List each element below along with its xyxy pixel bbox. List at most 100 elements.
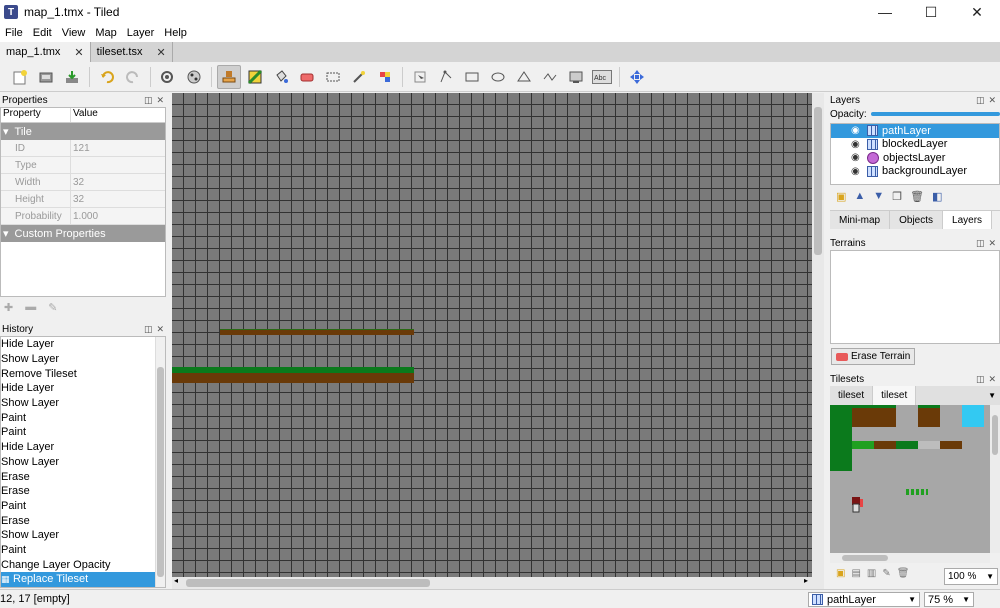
delete-tileset-icon[interactable]: 🗑	[897, 568, 910, 579]
erase-terrain-button[interactable]: Erase Terrain	[831, 348, 916, 365]
tileset-horizontal-scrollbar[interactable]	[830, 553, 990, 563]
property-row[interactable]: ID 121	[1, 139, 165, 157]
scroll-left-icon[interactable]: ◂	[174, 576, 178, 585]
bucket-fill-icon[interactable]	[269, 65, 293, 89]
history-item[interactable]: Erase	[1, 469, 165, 484]
tile-dirt-strip[interactable]	[874, 441, 896, 449]
history-item[interactable]: Paint	[1, 499, 165, 514]
float-icon[interactable]: ◫	[144, 95, 153, 106]
dock-close-icon[interactable]: ✕	[988, 95, 996, 106]
layer-item-objects[interactable]: ◉ objectsLayer	[831, 151, 999, 165]
tab-close-icon[interactable]: ✕	[74, 46, 83, 59]
rectangle-select-icon[interactable]	[321, 65, 345, 89]
history-item[interactable]: Hide Layer	[1, 337, 165, 352]
insert-text-icon[interactable]: Abc	[590, 65, 614, 89]
map-grid[interactable]	[172, 93, 812, 577]
history-item-selected[interactable]: ▦ Replace Tileset	[1, 572, 165, 587]
edit-polygons-icon[interactable]	[434, 65, 458, 89]
insert-ellipse-icon[interactable]	[486, 65, 510, 89]
property-row[interactable]: Width 32	[1, 173, 165, 191]
scroll-right-icon[interactable]: ▸	[804, 576, 808, 585]
dock-close-icon[interactable]: ✕	[988, 238, 996, 249]
opacity-slider[interactable]	[870, 112, 1000, 116]
insert-rectangle-icon[interactable]	[460, 65, 484, 89]
tab-mini-map[interactable]: Mini-map	[830, 211, 891, 229]
tile-grass[interactable]	[830, 449, 852, 471]
new-map-icon[interactable]	[8, 65, 32, 89]
tab-map-1[interactable]: map_1.tmx ✕	[0, 42, 91, 62]
menu-layer[interactable]: Layer	[122, 27, 160, 39]
show-hide-others-icon[interactable]: ◧	[932, 190, 942, 203]
history-item[interactable]: Change Layer Opacity	[1, 557, 165, 572]
history-item[interactable]: Erase	[1, 513, 165, 528]
history-item[interactable]: Hide Layer	[1, 381, 165, 396]
scrollbar-thumb[interactable]	[814, 107, 822, 255]
select-same-tile-icon[interactable]	[373, 65, 397, 89]
layer-item-background[interactable]: ◉ backgroundLayer	[831, 165, 999, 179]
remove-property-icon[interactable]: ▬	[25, 301, 36, 314]
property-group-tile[interactable]: ▾ Tile	[1, 123, 165, 140]
tileset-tab[interactable]: tileset	[830, 386, 874, 405]
map-horizontal-scrollbar[interactable]: ◂ ▸	[172, 576, 824, 589]
menu-help[interactable]: Help	[159, 27, 192, 39]
edit-tileset-icon[interactable]: ✎	[882, 568, 890, 579]
menu-view[interactable]: View	[57, 27, 91, 39]
history-item[interactable]: Show Layer	[1, 352, 165, 367]
dock-close-icon[interactable]: ✕	[156, 324, 164, 335]
new-layer-icon[interactable]: ▣	[836, 190, 846, 203]
dock-close-icon[interactable]: ✕	[156, 95, 164, 106]
tile-grass-strip[interactable]	[852, 441, 874, 449]
map-vertical-scrollbar[interactable]	[812, 93, 824, 577]
collapse-triangle-icon[interactable]: ▾	[3, 227, 9, 240]
tileset-view[interactable]	[830, 405, 990, 553]
insert-polygon-icon[interactable]	[512, 65, 536, 89]
add-property-icon[interactable]: ✚	[4, 301, 13, 314]
float-icon[interactable]: ◫	[976, 374, 985, 385]
history-item[interactable]: Hide Layer	[1, 440, 165, 455]
undo-icon[interactable]	[95, 65, 119, 89]
tile-grass-tuft[interactable]	[906, 489, 928, 495]
terrain-list[interactable]	[830, 250, 1000, 344]
tile-dirt[interactable]	[874, 405, 896, 427]
tab-objects[interactable]: Objects	[890, 211, 944, 229]
random-mode-icon[interactable]	[182, 65, 206, 89]
tile-dirt-strip[interactable]	[940, 441, 962, 449]
tab-close-icon[interactable]: ✕	[157, 46, 166, 59]
history-item[interactable]: Show Layer	[1, 396, 165, 411]
collapse-triangle-icon[interactable]: ▾	[3, 125, 9, 138]
insert-polyline-icon[interactable]	[538, 65, 562, 89]
property-row[interactable]: Type	[1, 156, 165, 174]
visibility-eye-icon[interactable]: ◉	[851, 139, 863, 150]
history-item[interactable]: Paint	[1, 543, 165, 558]
open-icon[interactable]	[34, 65, 58, 89]
export-tileset-icon[interactable]: ▥	[867, 568, 876, 579]
new-tileset-icon[interactable]: ▣	[836, 568, 845, 579]
property-row[interactable]: Probability 1.000	[1, 207, 165, 225]
insert-tile-icon[interactable]	[564, 65, 588, 89]
command-button-icon[interactable]	[156, 65, 180, 89]
history-item[interactable]: Paint	[1, 410, 165, 425]
minimize-button[interactable]: —	[862, 0, 908, 24]
maximize-button[interactable]: ☐	[908, 0, 954, 24]
redo-icon[interactable]	[121, 65, 145, 89]
menu-map[interactable]: Map	[90, 27, 121, 39]
tile-character-sprite[interactable]	[850, 495, 864, 513]
tileset-zoom-select[interactable]: 100 % ▼	[944, 568, 998, 585]
close-button[interactable]: ✕	[954, 0, 1000, 24]
history-scrollbar[interactable]	[155, 337, 165, 587]
magic-wand-icon[interactable]	[347, 65, 371, 89]
scrollbar-thumb[interactable]	[992, 415, 998, 455]
tileset-vertical-scrollbar[interactable]	[990, 405, 1000, 553]
tile-stone-strip[interactable]	[918, 441, 940, 449]
property-value[interactable]: 1.000	[71, 211, 165, 222]
tile-dirt[interactable]	[918, 405, 940, 427]
scrollbar-thumb[interactable]	[186, 579, 430, 587]
float-icon[interactable]: ◫	[976, 238, 985, 249]
visibility-eye-icon[interactable]: ◉	[851, 166, 863, 177]
history-item[interactable]: Show Layer	[1, 455, 165, 470]
visibility-eye-icon[interactable]: ◉	[851, 125, 863, 136]
stamp-brush-icon[interactable]	[217, 64, 241, 89]
visibility-eye-icon[interactable]: ◉	[851, 152, 863, 163]
menu-edit[interactable]: Edit	[28, 27, 57, 39]
current-layer-select[interactable]: pathLayer ▼	[808, 592, 920, 607]
